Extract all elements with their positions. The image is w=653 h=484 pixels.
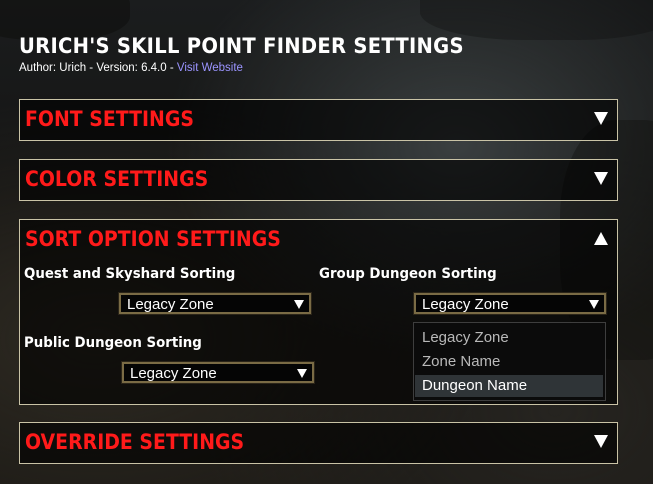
quest-skyshard-sorting-select[interactable]: Legacy Zone xyxy=(118,292,312,315)
public-dungeon-sorting-label: Public Dungeon Sorting xyxy=(24,335,202,351)
sort-option-settings-header[interactable]: SORT OPTION SETTINGS xyxy=(20,220,617,258)
visit-website-link[interactable]: Visit Website xyxy=(177,62,243,74)
chevron-down-icon xyxy=(297,369,307,378)
author-version-text: Author: Urich - Version: 6.4.0 - xyxy=(19,62,177,74)
chevron-down-icon[interactable] xyxy=(594,112,608,125)
page-title: URICH'S SKILL POINT FINDER SETTINGS xyxy=(19,34,464,58)
override-settings-title: OVERRIDE SETTINGS xyxy=(25,430,245,454)
chevron-up-icon[interactable] xyxy=(594,232,608,245)
settings-header: URICH'S SKILL POINT FINDER SETTINGS Auth… xyxy=(19,34,497,74)
chevron-down-icon xyxy=(589,300,599,309)
font-settings-title: FONT SETTINGS xyxy=(25,107,194,131)
public-dungeon-sorting-value: Legacy Zone xyxy=(130,365,217,382)
dropdown-option-legacy-zone[interactable]: Legacy Zone xyxy=(415,327,603,349)
dropdown-option-zone-name[interactable]: Zone Name xyxy=(415,351,603,373)
font-settings-panel: FONT SETTINGS xyxy=(19,99,618,141)
sort-option-settings-title: SORT OPTION SETTINGS xyxy=(25,227,281,251)
dropdown-option-dungeon-name[interactable]: Dungeon Name xyxy=(415,375,603,397)
group-dungeon-sorting-select[interactable]: Legacy Zone xyxy=(413,292,607,315)
quest-skyshard-sorting-label: Quest and Skyshard Sorting xyxy=(24,266,236,282)
font-settings-header[interactable]: FONT SETTINGS xyxy=(20,100,617,138)
group-dungeon-sorting-value: Legacy Zone xyxy=(422,296,509,313)
color-settings-title: COLOR SETTINGS xyxy=(25,167,209,191)
chevron-down-icon[interactable] xyxy=(594,172,608,185)
color-settings-panel: COLOR SETTINGS xyxy=(19,159,618,201)
group-dungeon-sorting-label: Group Dungeon Sorting xyxy=(319,266,497,282)
override-settings-header[interactable]: OVERRIDE SETTINGS xyxy=(20,423,617,461)
chevron-down-icon xyxy=(294,300,304,309)
group-dungeon-sorting-dropdown: Legacy Zone Zone Name Dungeon Name xyxy=(413,322,606,401)
quest-skyshard-sorting-value: Legacy Zone xyxy=(127,296,214,313)
public-dungeon-sorting-select[interactable]: Legacy Zone xyxy=(121,361,315,384)
override-settings-panel: OVERRIDE SETTINGS xyxy=(19,422,618,464)
author-version-line: Author: Urich - Version: 6.4.0 - Visit W… xyxy=(19,62,497,74)
color-settings-header[interactable]: COLOR SETTINGS xyxy=(20,160,617,198)
chevron-down-icon[interactable] xyxy=(594,435,608,448)
